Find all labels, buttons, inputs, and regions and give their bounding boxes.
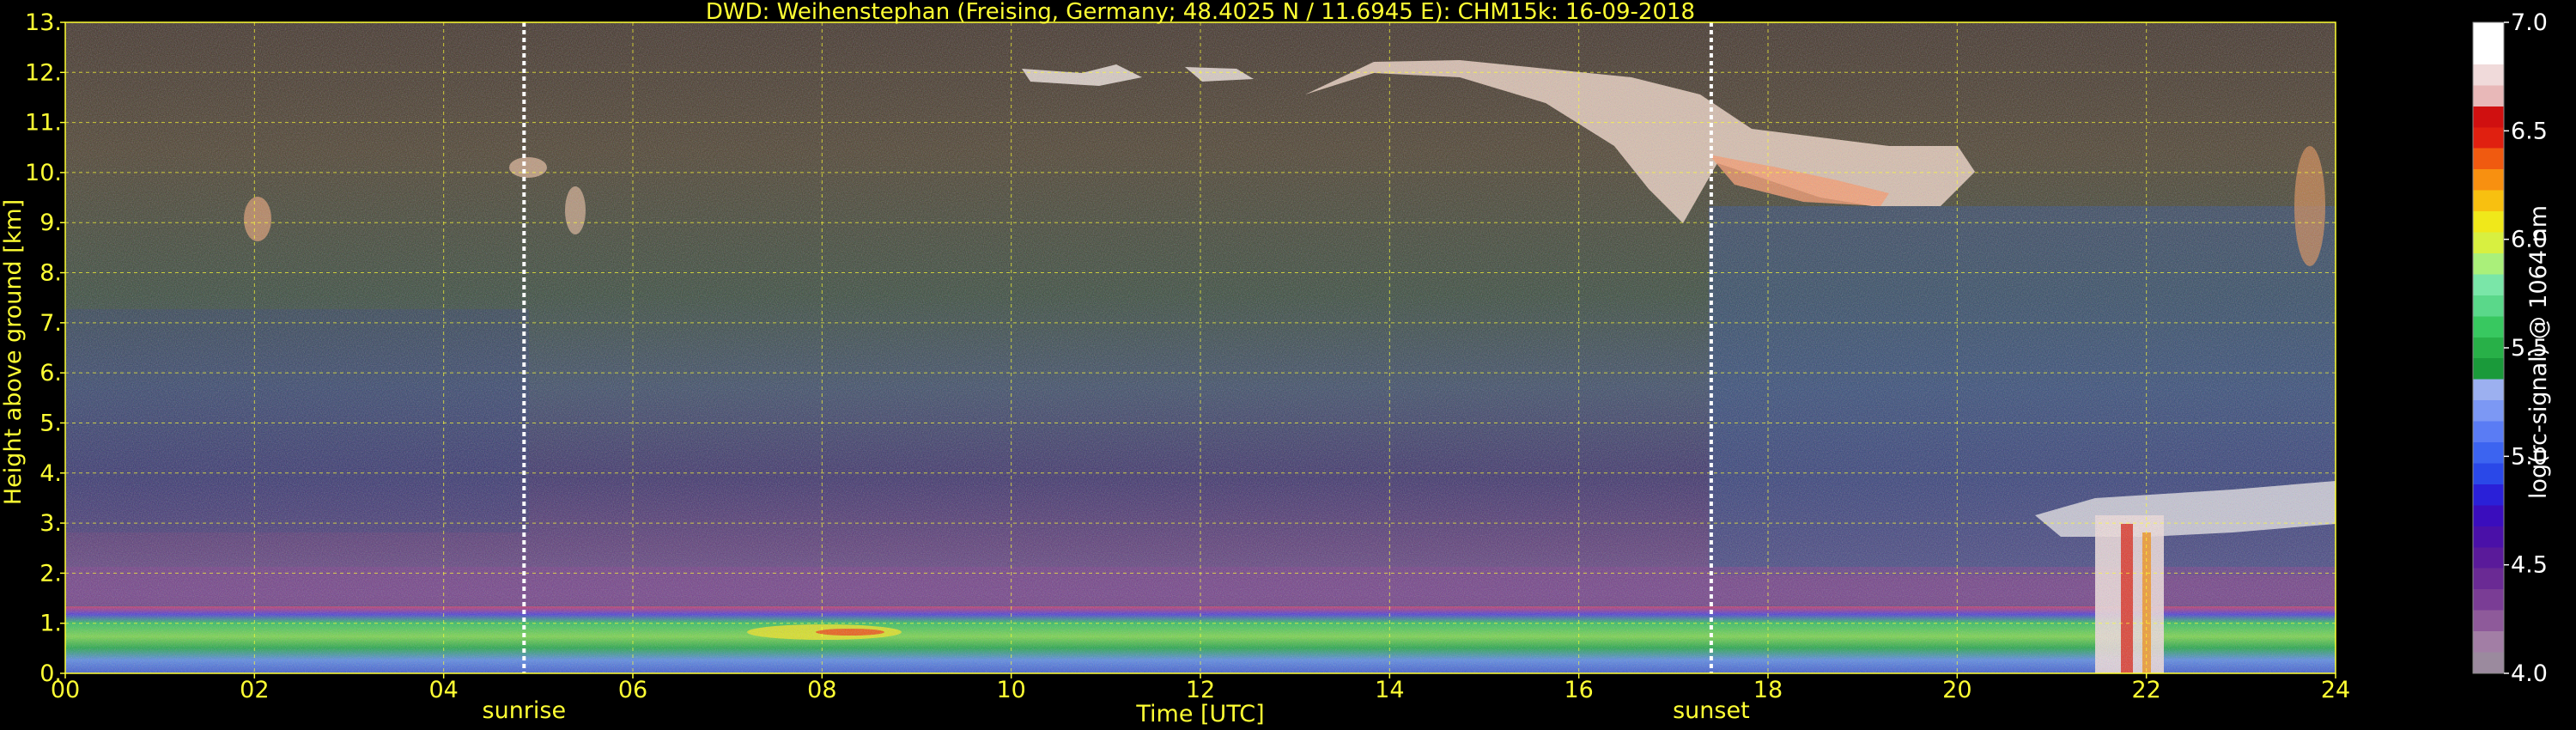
x-tick-label: 02: [240, 677, 269, 703]
y-tick-label: 13.: [25, 9, 62, 36]
colorbar-tick-label: 7.0: [2511, 9, 2548, 36]
y-tick-label: 3.: [39, 510, 62, 537]
y-axis-ticks: 0. 1. 2. 3. 4. 5. 6. 7. 8. 9. 10. 11. 12. 13.: [25, 9, 65, 687]
x-tick-label: 06: [618, 677, 647, 703]
y-tick-label: 5.: [39, 410, 62, 436]
colorbar-tick-label: 4.5: [2511, 552, 2548, 579]
chart-title: DWD: Weihenstephan (Freising, Germany; 4…: [706, 0, 1695, 25]
y-tick-label: 1.: [39, 611, 62, 637]
y-tick-label: 6.: [39, 360, 62, 386]
x-axis-label: Time [UTC]: [1135, 701, 1264, 727]
colorbar-tick-label: 4.0: [2511, 660, 2548, 687]
y-tick-label: 0.: [39, 660, 62, 687]
colorbar-label: log(rc-signal) @ 1064 nm: [2525, 205, 2552, 499]
y-tick-label: 11.: [25, 110, 62, 137]
colorbar-tick-label: 6.5: [2511, 118, 2548, 144]
y-tick-label: 4.: [39, 460, 62, 487]
x-tick-label: 16: [1564, 677, 1593, 703]
x-tick-label: 18: [1753, 677, 1783, 703]
colorbar-gradient: [2472, 21, 2505, 674]
y-tick-label: 8.: [39, 260, 62, 287]
y-tick-label: 10.: [25, 160, 62, 186]
x-tick-label: 12: [1186, 677, 1215, 703]
event-label-sunset: sunset: [1673, 697, 1750, 724]
x-axis-ticks: 00 02 04 06 08 10 12 14 16 18 20 22 24: [51, 673, 2350, 703]
y-axis-label: Height above ground [km]: [0, 199, 27, 505]
x-tick-label: 10: [996, 677, 1025, 703]
x-tick-label: 22: [2131, 677, 2160, 703]
y-tick-label: 2.: [39, 560, 62, 587]
x-tick-label: 24: [2321, 677, 2350, 703]
ceilometer-chart: sunrise sunset 00 02 04 06 08 10 12 14 16 18 20 22 24…: [0, 0, 2552, 727]
y-tick-label: 9.: [39, 210, 62, 236]
x-tick-label: 04: [428, 677, 458, 703]
x-tick-label: 14: [1375, 677, 1404, 703]
x-tick-label: 20: [1942, 677, 1971, 703]
y-tick-label: 12.: [25, 59, 62, 86]
y-tick-label: 7.: [39, 310, 62, 337]
x-tick-label: 08: [807, 677, 836, 703]
event-label-sunrise: sunrise: [483, 697, 567, 724]
colorbar: 4.04.55.05.56.06.57.0 log(rc-signal) @ 1…: [2472, 9, 2552, 687]
